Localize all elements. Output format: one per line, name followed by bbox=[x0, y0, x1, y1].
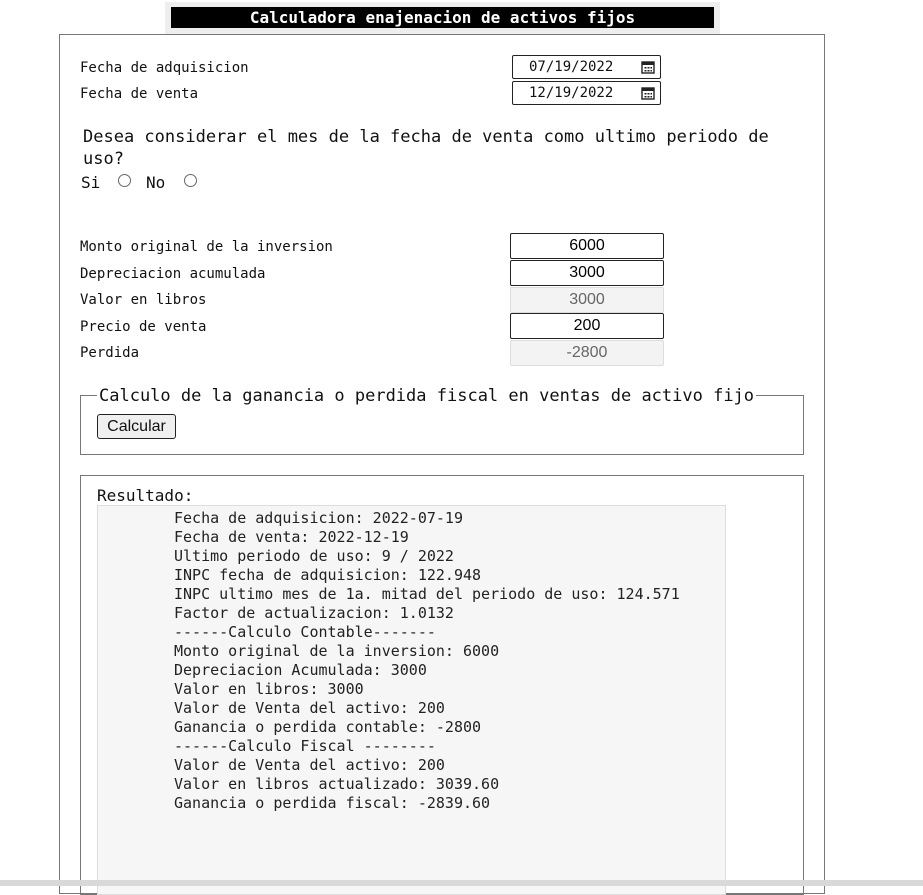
radio-si[interactable] bbox=[118, 174, 131, 187]
resultado-line: Valor en libros actualizado: 3039.60 bbox=[174, 775, 500, 793]
resultado-line: Fecha de adquisicion: 2022-07-19 bbox=[174, 509, 463, 527]
resultado-line: INPC ultimo mes de 1a. mitad del periodo… bbox=[174, 585, 680, 603]
resultado-line: Depreciacion Acumulada: 3000 bbox=[174, 661, 427, 679]
horizontal-scrollbar[interactable] bbox=[0, 880, 923, 886]
resultado-line: Ganancia o perdida fiscal: -2839.60 bbox=[174, 794, 491, 812]
fecha-venta-value: 12/19/2022 bbox=[529, 85, 614, 101]
fecha-venta-label: Fecha de venta bbox=[80, 86, 199, 102]
monto-label: Monto original de la inversion bbox=[80, 239, 333, 255]
precio-venta-label: Precio de venta bbox=[80, 319, 207, 335]
perdida-label: Perdida bbox=[80, 345, 140, 361]
resultado-line: Valor de Venta del activo: 200 bbox=[174, 756, 445, 774]
radio-si-label: Si bbox=[81, 173, 101, 192]
fecha-venta-input[interactable]: 12/19/2022 bbox=[512, 81, 661, 105]
perdida-output: -2800 bbox=[510, 340, 664, 366]
resultado-line: Ganancia o perdida contable: -2800 bbox=[174, 718, 482, 736]
resultado-line: Factor de actualizacion: 1.0132 bbox=[174, 604, 454, 622]
resultado-label: Resultado: bbox=[97, 486, 194, 505]
fecha-adquisicion-input[interactable]: 07/19/2022 bbox=[512, 55, 661, 79]
ultimo-periodo-question: Desea considerar el mes de la fecha de v… bbox=[83, 127, 769, 169]
valor-libros-output: 3000 bbox=[510, 287, 664, 313]
precio-venta-input[interactable]: 200 bbox=[510, 313, 664, 339]
fecha-adquisicion-label: Fecha de adquisicion bbox=[80, 60, 249, 76]
radio-no[interactable] bbox=[184, 174, 197, 187]
resultado-line: Valor en libros: 3000 bbox=[174, 680, 364, 698]
radio-no-label: No bbox=[146, 173, 166, 192]
resultado-line: Valor de Venta del activo: 200 bbox=[174, 699, 445, 717]
resultado-line: INPC fecha de adquisicion: 122.948 bbox=[174, 566, 482, 584]
title-container: Calculadora enajenacion de activos fijos bbox=[165, 2, 720, 34]
resultado-line: Monto original de la inversion: 6000 bbox=[174, 642, 500, 660]
calendar-icon[interactable] bbox=[641, 86, 655, 100]
fecha-adquisicion-value: 07/19/2022 bbox=[529, 59, 614, 75]
calculo-legend: Calculo de la ganancia o perdida fiscal … bbox=[97, 386, 757, 406]
resultado-line: Ultimo periodo de uso: 9 / 2022 bbox=[174, 547, 454, 565]
resultado-line: Fecha de venta: 2022-12-19 bbox=[174, 528, 409, 546]
calendar-icon[interactable] bbox=[641, 60, 655, 74]
depreciacion-input[interactable]: 3000 bbox=[510, 260, 664, 286]
resultado-line: ------Calculo Fiscal -------- bbox=[174, 737, 436, 755]
monto-input[interactable]: 6000 bbox=[510, 233, 664, 259]
depreciacion-label: Depreciacion acumulada bbox=[80, 266, 266, 282]
valor-libros-label: Valor en libros bbox=[80, 292, 207, 308]
resultado-textarea[interactable]: Fecha de adquisicion: 2022-07-19 Fecha d… bbox=[97, 505, 726, 895]
resultado-line: ------Calculo Contable------- bbox=[174, 623, 436, 641]
calcular-button[interactable]: Calcular bbox=[97, 414, 176, 439]
page-title: Calculadora enajenacion de activos fijos bbox=[171, 7, 714, 28]
